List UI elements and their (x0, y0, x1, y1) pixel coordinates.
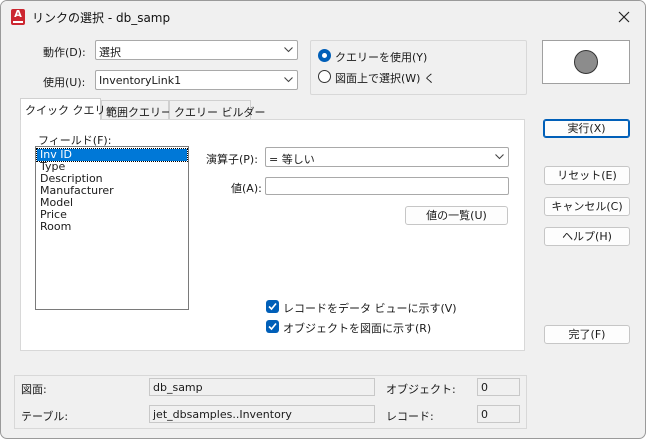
list-item[interactable]: Room (37, 221, 187, 233)
action-value: 選択 (99, 46, 121, 59)
action-combo[interactable]: 選択 (95, 40, 298, 60)
app-icon-letter: A (14, 9, 22, 20)
usage-label: 使用(U): (43, 76, 86, 89)
preview-circle-icon (574, 50, 598, 74)
fields-listbox[interactable]: Inv ID Type Description Manufacturer Mod… (35, 146, 189, 310)
use-query-label[interactable]: クエリーを使用(Y) (335, 49, 427, 65)
window-title: リンクの選択 - db_samp (32, 11, 171, 25)
execute-button[interactable]: 実行(X) (543, 119, 630, 138)
show-objects-checkbox[interactable] (266, 320, 279, 333)
operator-combo[interactable]: = 等しい (265, 147, 509, 167)
show-record-checkbox[interactable] (266, 300, 279, 313)
usage-value: InventoryLink1 (99, 74, 182, 87)
close-icon (618, 11, 630, 23)
use-query-radio[interactable] (318, 49, 331, 62)
done-button[interactable]: 完了(F) (544, 325, 630, 344)
title-bar: A リンクの選択 - db_samp (1, 1, 645, 33)
reset-button[interactable]: リセット(E) (544, 166, 630, 185)
chevron-down-icon (284, 47, 293, 53)
record-count-label: レコード: (386, 410, 434, 423)
close-button[interactable] (613, 6, 635, 28)
action-label: 動作(D): (43, 46, 86, 59)
usage-combo[interactable]: InventoryLink1 (95, 70, 298, 90)
tab-query-builder[interactable]: クエリー ビルダー (169, 100, 266, 120)
object-count-value: 0 (477, 378, 520, 396)
value-label: 値(A): (231, 182, 262, 195)
operator-value: = 等しい (269, 153, 315, 166)
preview-box (542, 40, 630, 84)
value-input[interactable] (265, 177, 509, 195)
dialog-window: A リンクの選択 - db_samp 動作(D): 選択 使用(U): Inve… (0, 0, 646, 439)
chevron-down-icon (495, 154, 504, 160)
tab-quick-query[interactable]: クイック クエリー (20, 98, 117, 120)
value-list-button[interactable]: 値の一覧(U) (405, 206, 508, 225)
chevron-down-icon (284, 77, 293, 83)
drawing-label: 図面: (21, 383, 47, 396)
operator-label: 演算子(P): (206, 153, 258, 166)
drawing-value: db_samp (149, 378, 375, 396)
object-count-label: オブジェクト: (386, 383, 456, 396)
cancel-button[interactable]: キャンセル(C) (544, 197, 630, 216)
record-count-value: 0 (477, 405, 520, 423)
select-on-drawing-radio[interactable] (318, 70, 331, 83)
table-label: テーブル: (21, 410, 69, 423)
checkmark-icon (268, 322, 277, 331)
select-on-drawing-label[interactable]: 図面上で選択(W) く (335, 70, 435, 86)
help-button[interactable]: ヘルプ(H) (544, 227, 630, 246)
table-value: jet_dbsamples..Inventory (149, 405, 375, 423)
checkmark-icon (268, 302, 277, 311)
autocad-app-icon: A (11, 9, 25, 25)
show-record-label[interactable]: レコードをデータ ビューに示す(V) (283, 300, 457, 316)
show-objects-label[interactable]: オブジェクトを図面に示す(R) (283, 320, 431, 336)
